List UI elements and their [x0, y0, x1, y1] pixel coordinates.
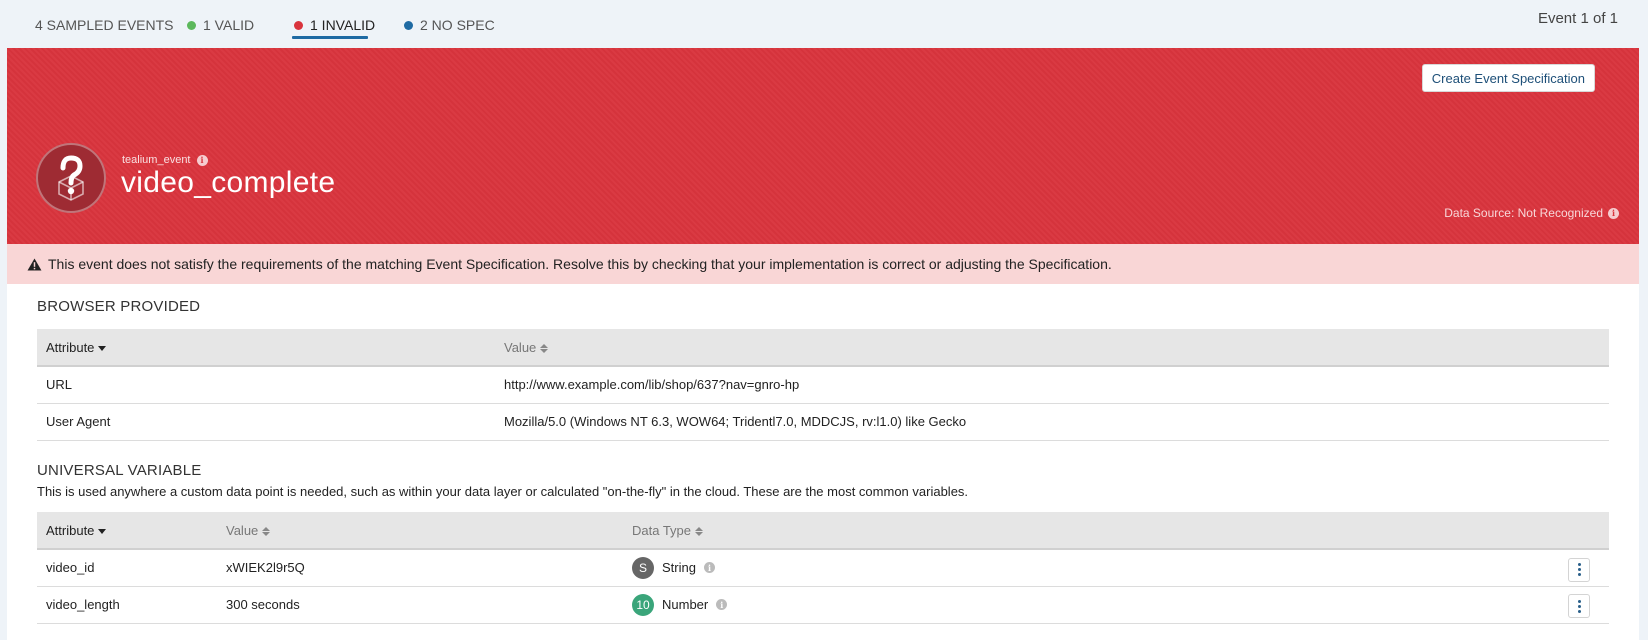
value-cell: xWIEK2l9r5Q [217, 549, 623, 587]
tab-sampled-events[interactable]: 4 SAMPLED EVENTS [35, 14, 174, 36]
browser-provided-title: BROWSER PROVIDED [37, 298, 201, 315]
value-column-header[interactable]: Value [217, 512, 623, 550]
row-actions-cell [1559, 586, 1609, 624]
universal-variable-description: This is used anywhere a custom data poin… [37, 484, 969, 499]
tab-invalid-label: 1 INVALID [310, 17, 376, 33]
event-header: Create Event Specification tealium_event… [7, 48, 1639, 244]
active-tab-indicator [292, 36, 368, 39]
no-spec-status-dot-icon [404, 20, 413, 30]
attribute-column-header[interactable]: Attribute [37, 329, 495, 367]
sort-icon [540, 343, 549, 353]
data-source-label: Data Source: Not Recognized [1444, 206, 1603, 220]
event-category: tealium_event i [122, 154, 208, 166]
info-icon[interactable]: i [196, 154, 208, 166]
actions-column-header [1559, 512, 1609, 550]
table-header-row: Attribute Value Data Type [37, 512, 1609, 550]
attribute-column-label: Attribute [46, 522, 95, 538]
validation-warning-banner: This event does not satisfy the requirem… [7, 244, 1639, 284]
string-type-icon: S [632, 556, 654, 579]
value-column-label: Value [504, 339, 537, 355]
data-type-cell: S String i [623, 549, 1559, 587]
sort-icon [695, 526, 704, 536]
tab-valid[interactable]: 1 VALID [187, 14, 254, 36]
valid-status-dot-icon [187, 20, 196, 30]
tab-invalid[interactable]: 1 INVALID [294, 14, 375, 36]
row-actions-cell [1559, 549, 1609, 587]
tab-no-spec[interactable]: 2 NO SPEC [404, 14, 495, 36]
event-counter: Event 1 of 1 [1537, 10, 1618, 27]
number-type-icon: 10 [632, 593, 654, 616]
tab-no-spec-label: 2 NO SPEC [420, 17, 495, 33]
attribute-cell: video_length [37, 586, 217, 624]
sort-descending-icon [98, 345, 107, 351]
row-actions-menu-button[interactable] [1568, 594, 1590, 619]
browser-provided-table: Attribute Value URL http://www.example.c… [37, 329, 1609, 441]
info-icon[interactable]: i [703, 562, 715, 574]
data-type-label: Number [662, 597, 709, 612]
attribute-column-header[interactable]: Attribute [37, 512, 217, 550]
event-name-title: video_complete [121, 166, 336, 199]
data-source-status: Data Source: Not Recognized i [1444, 206, 1619, 220]
data-type-column-header[interactable]: Data Type [623, 512, 1559, 550]
table-row: URL http://www.example.com/lib/shop/637?… [37, 366, 1609, 404]
universal-variable-title: UNIVERSAL VARIABLE [37, 462, 202, 479]
attribute-cell: User Agent [37, 403, 495, 441]
info-icon[interactable]: i [716, 599, 728, 610]
table-header-row: Attribute Value [37, 329, 1609, 367]
value-column-header[interactable]: Value [495, 329, 1609, 367]
data-type-label: String [662, 560, 696, 576]
warning-text: This event does not satisfy the requirem… [48, 256, 1112, 272]
sort-descending-icon [98, 528, 107, 534]
table-row: video_id xWIEK2l9r5Q S String i [37, 549, 1609, 587]
sort-icon [262, 526, 271, 536]
create-event-specification-button[interactable]: Create Event Specification [1421, 64, 1595, 92]
event-category-label: tealium_event [122, 154, 191, 166]
value-cell: http://www.example.com/lib/shop/637?nav=… [495, 366, 1609, 404]
attribute-cell: URL [37, 366, 495, 404]
value-cell: 300 seconds [217, 586, 623, 624]
event-tab-bar: 4 SAMPLED EVENTS 1 VALID 1 INVALID 2 NO … [0, 0, 1648, 48]
value-column-label: Value [226, 522, 259, 538]
tab-sampled-label: 4 SAMPLED EVENTS [35, 17, 174, 33]
row-actions-menu-button[interactable] [1568, 557, 1590, 582]
invalid-status-dot-icon [294, 20, 303, 30]
attribute-cell: video_id [37, 549, 217, 587]
unknown-event-icon [36, 143, 106, 213]
data-type-column-label: Data Type [632, 522, 692, 538]
event-details-panel: BROWSER PROVIDED Attribute Value URL htt… [7, 284, 1639, 640]
universal-variable-table: Attribute Value Data Type video_id xWIEK… [37, 512, 1609, 624]
data-type-cell: 10 Number i [623, 586, 1559, 624]
table-row: User Agent Mozilla/5.0 (Windows NT 6.3, … [37, 403, 1609, 441]
warning-triangle-icon [27, 257, 42, 271]
value-cell: Mozilla/5.0 (Windows NT 6.3, WOW64; Trid… [495, 403, 1609, 441]
info-icon[interactable]: i [1608, 207, 1619, 219]
tab-valid-label: 1 VALID [203, 17, 255, 33]
table-row: video_length 300 seconds 10 Number i [37, 586, 1609, 624]
attribute-column-label: Attribute [46, 339, 95, 355]
